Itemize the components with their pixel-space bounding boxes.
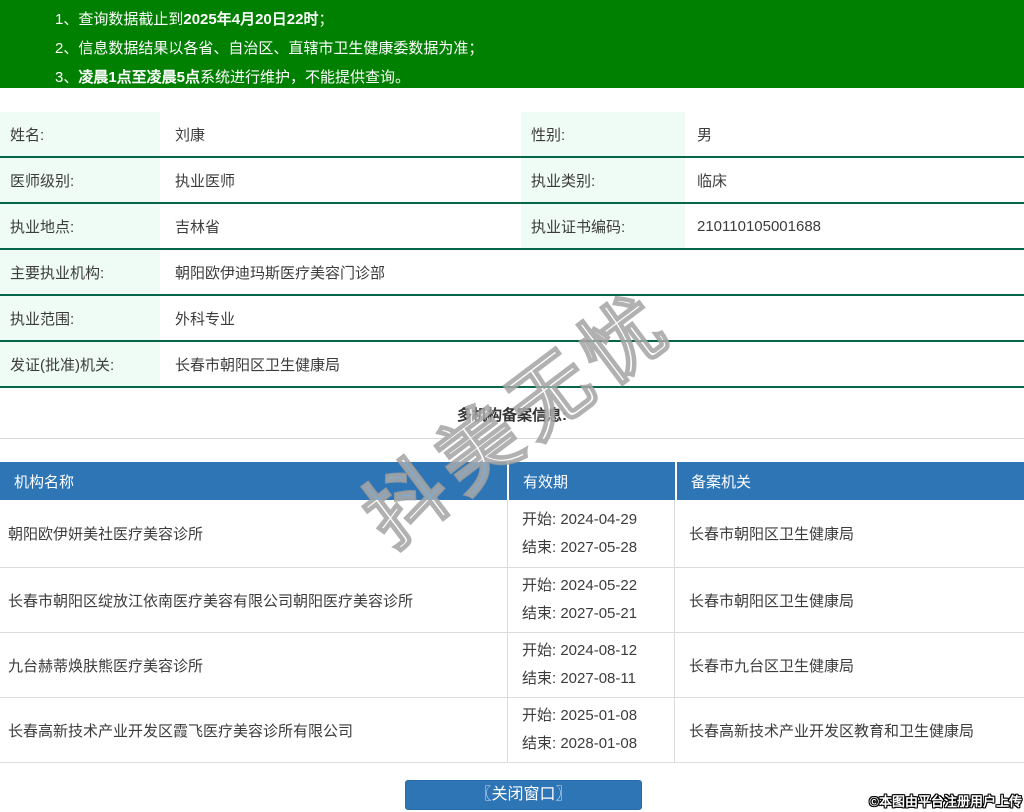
- filing-row-3: 九台赫蒂焕肤熊医疗美容诊所 开始: 2024-08-12 结束: 2027-08…: [0, 633, 1024, 698]
- multi-institution-section-title: 多机构备案信息:: [0, 404, 1024, 425]
- org-name-cell: 长春高新技术产业开发区霞飞医疗美容诊所有限公司: [0, 698, 508, 762]
- notice-line-3: 3、凌晨1点至凌晨5点系统进行维护，不能提供查询。: [55, 63, 1024, 92]
- end-label: 结束:: [522, 670, 556, 687]
- filing-authority-cell: 长春市朝阳区卫生健康局: [675, 500, 1024, 567]
- notice-number: 2、: [55, 40, 78, 57]
- section-divider: [0, 438, 1024, 439]
- certificate-number-label: 执业证书编码:: [521, 204, 685, 248]
- validity-end: 结束: 2027-05-21: [522, 600, 674, 628]
- notice-text: 信息数据结果以各省、自治区、直辖市卫生健康委数据为准；: [78, 40, 483, 57]
- filing-table-header: 机构名称 有效期 备案机关: [0, 462, 1024, 500]
- filing-row-1: 朝阳欧伊妍美社医疗美容诊所 开始: 2024-04-29 结束: 2027-05…: [0, 500, 1024, 568]
- validity-start: 开始: 2024-08-12: [522, 637, 674, 665]
- validity-end: 结束: 2027-08-11: [522, 665, 674, 693]
- notice-text: 查询数据截止到: [78, 11, 183, 28]
- validity-cell: 开始: 2024-08-12 结束: 2027-08-11: [508, 633, 675, 697]
- issuing-authority-value: 长春市朝阳区卫生健康局: [175, 342, 340, 386]
- practice-category-value: 临床: [697, 158, 727, 202]
- filing-authority-cell: 长春高新技术产业开发区教育和卫生健康局: [675, 698, 1024, 762]
- header-validity: 有效期: [509, 462, 675, 500]
- practice-location-value: 吉林省: [175, 204, 220, 248]
- validity-start: 开始: 2024-05-22: [522, 572, 674, 600]
- info-row-practice-scope: 执业范围: 外科专业: [0, 296, 1024, 342]
- end-date: 2027-05-28: [560, 539, 637, 556]
- validity-start: 开始: 2024-04-29: [522, 506, 674, 534]
- start-date: 2025-01-08: [560, 707, 637, 724]
- practice-location-label: 执业地点:: [0, 204, 160, 248]
- header-filing-authority: 备案机关: [677, 462, 1024, 500]
- validity-end: 结束: 2027-05-28: [522, 534, 674, 562]
- practice-category-label: 执业类别:: [521, 158, 685, 202]
- doctor-level-value: 执业医师: [175, 158, 235, 202]
- end-label: 结束:: [522, 605, 556, 622]
- end-label: 结束:: [522, 539, 556, 556]
- doctor-level-label: 医师级别:: [0, 158, 160, 202]
- info-row-name-gender: 姓名: 刘康 性别: 男: [0, 112, 1024, 158]
- validity-cell: 开始: 2025-01-08 结束: 2028-01-08: [508, 698, 675, 762]
- end-date: 2027-05-21: [560, 605, 637, 622]
- validity-cell: 开始: 2024-04-29 结束: 2027-05-28: [508, 500, 675, 567]
- notice-number: 3、: [55, 69, 78, 86]
- name-value: 刘康: [175, 112, 205, 156]
- start-label: 开始:: [522, 577, 556, 594]
- start-label: 开始:: [522, 511, 556, 528]
- validity-end: 结束: 2028-01-08: [522, 730, 674, 758]
- notice-banner: 1、查询数据截止到2025年4月20日22时； 2、信息数据结果以各省、自治区、…: [0, 0, 1024, 88]
- notice-line-1: 1、查询数据截止到2025年4月20日22时；: [55, 5, 1024, 34]
- end-label: 结束:: [522, 735, 556, 752]
- validity-cell: 开始: 2024-05-22 结束: 2027-05-21: [508, 568, 675, 632]
- certificate-number-value: 210110105001688: [697, 204, 821, 248]
- main-institution-label: 主要执业机构:: [0, 250, 160, 294]
- start-label: 开始:: [522, 642, 556, 659]
- org-name-cell: 九台赫蒂焕肤熊医疗美容诊所: [0, 633, 508, 697]
- filing-row-2: 长春市朝阳区绽放江依南医疗美容有限公司朝阳医疗美容诊所 开始: 2024-05-…: [0, 568, 1024, 633]
- start-date: 2024-05-22: [560, 577, 637, 594]
- notice-text: 系统进行维护，不能提供查询。: [200, 69, 410, 86]
- notice-text: ；: [318, 11, 333, 28]
- notice-number: 1、: [55, 11, 78, 28]
- practitioner-info-table: 姓名: 刘康 性别: 男 医师级别: 执业医师 执业类别: 临床 执业地点: 吉…: [0, 112, 1024, 388]
- close-window-button[interactable]: 〖关闭窗口〗: [405, 780, 642, 810]
- filing-authority-cell: 长春市朝阳区卫生健康局: [675, 568, 1024, 632]
- start-date: 2024-08-12: [560, 642, 637, 659]
- org-name-cell: 朝阳欧伊妍美社医疗美容诊所: [0, 500, 508, 567]
- start-label: 开始:: [522, 707, 556, 724]
- org-name-cell: 长春市朝阳区绽放江依南医疗美容有限公司朝阳医疗美容诊所: [0, 568, 508, 632]
- start-date: 2024-04-29: [560, 511, 637, 528]
- info-row-issuing-authority: 发证(批准)机关: 长春市朝阳区卫生健康局: [0, 342, 1024, 388]
- notice-bold-text: 2025年4月20日22时: [183, 11, 318, 28]
- filing-row-4: 长春高新技术产业开发区霞飞医疗美容诊所有限公司 开始: 2025-01-08 结…: [0, 698, 1024, 763]
- notice-bold-text: 凌晨1点至凌晨5点: [78, 69, 200, 86]
- credit-note: ©本图由平台注册用户上传: [869, 791, 1022, 810]
- end-date: 2027-08-11: [560, 670, 636, 687]
- gender-label: 性别:: [521, 112, 685, 156]
- filing-authority-cell: 长春市九台区卫生健康局: [675, 633, 1024, 697]
- end-date: 2028-01-08: [560, 735, 637, 752]
- info-row-level-category: 医师级别: 执业医师 执业类别: 临床: [0, 158, 1024, 204]
- info-row-main-institution: 主要执业机构: 朝阳欧伊迪玛斯医疗美容门诊部: [0, 250, 1024, 296]
- gender-value: 男: [697, 112, 712, 156]
- issuing-authority-label: 发证(批准)机关:: [0, 342, 160, 386]
- practice-scope-label: 执业范围:: [0, 296, 160, 340]
- header-org-name: 机构名称: [0, 462, 507, 500]
- notice-line-2: 2、信息数据结果以各省、自治区、直辖市卫生健康委数据为准；: [55, 34, 1024, 63]
- info-row-location-certificate: 执业地点: 吉林省 执业证书编码: 210110105001688: [0, 204, 1024, 250]
- main-institution-value: 朝阳欧伊迪玛斯医疗美容门诊部: [175, 250, 385, 294]
- practice-scope-value: 外科专业: [175, 296, 235, 340]
- filing-table: 机构名称 有效期 备案机关 朝阳欧伊妍美社医疗美容诊所 开始: 2024-04-…: [0, 462, 1024, 763]
- name-label: 姓名:: [0, 112, 160, 156]
- validity-start: 开始: 2025-01-08: [522, 702, 674, 730]
